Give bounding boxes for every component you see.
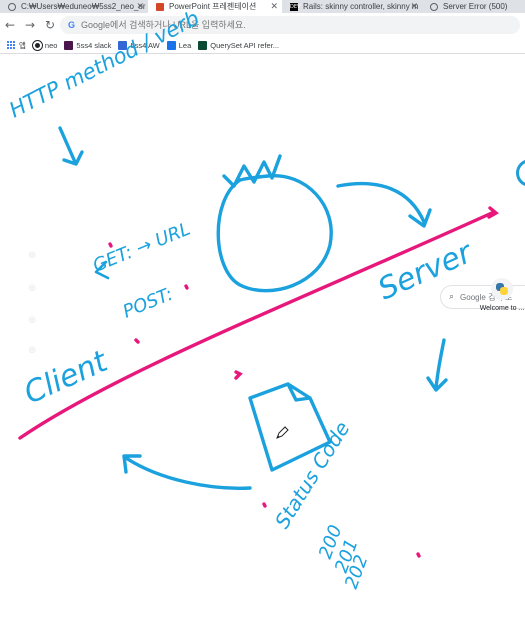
bookmark-label: 앱: [19, 40, 26, 50]
bookmark-slack[interactable]: 5ss4 slack: [64, 40, 112, 50]
tab-strip: C:₩Users₩eduneo₩5ss2_neo_or ✕ PowerPoint…: [0, 0, 525, 13]
powerpoint-icon: [156, 2, 164, 11]
bookmark-queryset[interactable]: QuerySet API refer...: [198, 40, 280, 50]
address-bar[interactable]: G: [60, 16, 520, 34]
python-icon: [496, 283, 508, 295]
close-icon[interactable]: ✕: [410, 1, 418, 12]
tab-local-file[interactable]: C:₩Users₩eduneo₩5ss2_neo_or ✕: [0, 0, 148, 13]
pen-cursor-icon: [276, 426, 289, 439]
tab-label: Server Error (500): [443, 2, 508, 11]
new-tab-page: ⌕ Google 검색 또 Welcome to ... ⊕ ⊕ ⊕ ⊕: [0, 55, 525, 630]
google-icon: G: [68, 20, 76, 30]
shortcut-circle: [491, 278, 513, 300]
bookmark-label: 5ss4 slack: [76, 40, 112, 50]
bookmark-neo[interactable]: neo: [31, 39, 58, 51]
forward-arrow-icon[interactable]: →: [20, 15, 40, 35]
faint-icon: ⊕: [28, 345, 37, 356]
faint-icon: ⊕: [28, 283, 37, 294]
bookmark-lea[interactable]: Lea: [166, 40, 192, 50]
search-icon: ⌕: [449, 292, 455, 302]
tab-label: C:₩Users₩eduneo₩5ss2_neo_or: [21, 2, 146, 11]
shortcut-label: Welcome to ...: [479, 305, 525, 312]
bookmark-icon: [166, 40, 176, 50]
tab-label: Rails: skinny controller, skinny m: [303, 2, 419, 11]
django-icon: [198, 40, 208, 50]
bookmarks-bar: 앱 neo 5ss4 slack 5ss4 AW Lea QuerySet AP…: [0, 37, 525, 54]
back-arrow-icon[interactable]: ←: [0, 15, 20, 35]
bookmark-aw[interactable]: 5ss4 AW: [118, 40, 160, 50]
close-icon[interactable]: ✕: [136, 1, 144, 12]
bookmark-label: 5ss4 AW: [130, 40, 160, 50]
bookmark-apps[interactable]: 앱: [7, 40, 26, 51]
shortcut-welcome[interactable]: Welcome to ...: [478, 278, 525, 312]
globe-icon: [430, 2, 438, 11]
bookmark-label: neo: [44, 40, 58, 50]
bookmark-label: QuerySet API refer...: [210, 40, 280, 50]
reload-icon[interactable]: ↻: [40, 15, 60, 35]
tab-rails-article[interactable]: DEV Rails: skinny controller, skinny m ✕: [282, 0, 422, 13]
faint-icon: ⊕: [28, 315, 37, 326]
close-icon[interactable]: ✕: [270, 1, 278, 12]
tab-server-error[interactable]: Server Error (500): [422, 0, 525, 13]
google-logo-fragment: [516, 159, 525, 187]
tab-powerpoint[interactable]: PowerPoint 프레젠테이션 ✕: [148, 0, 282, 13]
bookmark-label: Lea: [178, 40, 192, 50]
address-input[interactable]: [81, 20, 482, 30]
faint-icon: ⊕: [28, 250, 37, 261]
tab-label: PowerPoint 프레젠테이션: [169, 2, 257, 11]
apps-grid-icon: [7, 40, 16, 50]
dev-icon: DEV: [290, 2, 301, 11]
neo-icon: [31, 39, 43, 51]
bookmark-icon: [118, 40, 128, 50]
navigation-bar: ← → ↻ G: [0, 13, 525, 37]
slack-icon: [64, 40, 74, 50]
globe-icon: [8, 2, 16, 11]
